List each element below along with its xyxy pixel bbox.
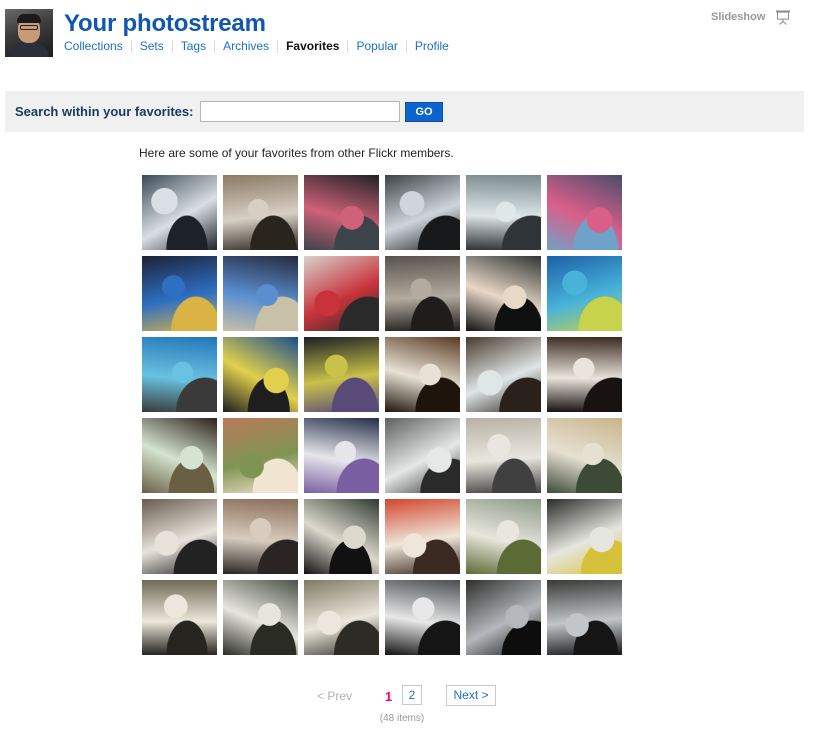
item-count: (48 items)	[379, 713, 425, 724]
favorites-thumbnail-grid	[142, 175, 623, 655]
favorite-photo-thumbnail[interactable]	[547, 175, 622, 250]
favorite-photo-thumbnail[interactable]	[385, 499, 460, 574]
favorite-photo-thumbnail[interactable]	[385, 337, 460, 412]
subnav-collections[interactable]: Collections	[64, 40, 131, 53]
favorite-photo-thumbnail[interactable]	[304, 499, 379, 574]
favorite-photo-thumbnail[interactable]	[142, 175, 217, 250]
favorite-photo-thumbnail[interactable]	[466, 499, 541, 574]
favorite-photo-thumbnail[interactable]	[223, 175, 298, 250]
buddy-icon-avatar[interactable]	[5, 9, 53, 57]
favorite-photo-thumbnail[interactable]	[385, 418, 460, 493]
search-input[interactable]	[200, 101, 400, 122]
favorite-photo-thumbnail[interactable]	[223, 580, 298, 655]
favorite-photo-thumbnail[interactable]	[466, 175, 541, 250]
favorite-photo-thumbnail[interactable]	[547, 337, 622, 412]
slideshow-label: Slideshow	[711, 11, 766, 23]
favorite-photo-thumbnail[interactable]	[466, 337, 541, 412]
next-page-link[interactable]: Next >	[446, 685, 496, 706]
favorite-photo-thumbnail[interactable]	[142, 418, 217, 493]
favorite-photo-thumbnail[interactable]	[304, 337, 379, 412]
subnav-tags[interactable]: Tags	[171, 40, 214, 53]
subnav-sets[interactable]: Sets	[130, 40, 172, 53]
favorite-photo-thumbnail[interactable]	[304, 418, 379, 493]
favorite-photo-thumbnail[interactable]	[142, 256, 217, 331]
prev-page-link: < Prev	[317, 689, 353, 703]
projector-screen-icon	[776, 10, 791, 25]
favorite-photo-thumbnail[interactable]	[142, 499, 217, 574]
page-2-link[interactable]: 2	[402, 685, 422, 705]
search-go-button[interactable]: GO	[405, 102, 443, 122]
favorite-photo-thumbnail[interactable]	[223, 337, 298, 412]
pagination: < Prev 1 2 Next >	[0, 685, 822, 709]
favorite-photo-thumbnail[interactable]	[466, 418, 541, 493]
page-1-current: 1	[385, 689, 393, 704]
slideshow-link[interactable]: Slideshow	[711, 9, 791, 25]
favorites-intro-text: Here are some of your favorites from oth…	[139, 146, 454, 160]
favorite-photo-thumbnail[interactable]	[547, 256, 622, 331]
search-label: Search within your favorites:	[15, 104, 194, 119]
favorite-photo-thumbnail[interactable]	[142, 580, 217, 655]
subnav-favorites[interactable]: Favorites	[277, 40, 347, 53]
favorite-photo-thumbnail[interactable]	[223, 499, 298, 574]
favorites-search-bar: Search within your favorites: GO	[5, 91, 804, 132]
avatar-shirt	[9, 43, 49, 57]
favorite-photo-thumbnail[interactable]	[385, 175, 460, 250]
favorite-photo-thumbnail[interactable]	[223, 256, 298, 331]
favorite-photo-thumbnail[interactable]	[304, 256, 379, 331]
favorite-photo-thumbnail[interactable]	[142, 337, 217, 412]
favorite-photo-thumbnail[interactable]	[385, 256, 460, 331]
subnav-popular[interactable]: Popular	[347, 40, 405, 53]
favorite-photo-thumbnail[interactable]	[304, 175, 379, 250]
favorite-photo-thumbnail[interactable]	[304, 580, 379, 655]
favorite-photo-thumbnail[interactable]	[547, 499, 622, 574]
favorite-photo-thumbnail[interactable]	[547, 418, 622, 493]
photostream-subnav: Collections Sets Tags Archives Favorites…	[64, 40, 457, 53]
favorite-photo-thumbnail[interactable]	[385, 580, 460, 655]
subnav-profile[interactable]: Profile	[405, 40, 457, 53]
favorite-photo-thumbnail[interactable]	[466, 256, 541, 331]
favorite-photo-thumbnail[interactable]	[547, 580, 622, 655]
page-title: Your photostream	[64, 10, 266, 37]
subnav-archives[interactable]: Archives	[214, 40, 277, 53]
favorite-photo-thumbnail[interactable]	[466, 580, 541, 655]
favorite-photo-thumbnail[interactable]	[223, 418, 298, 493]
avatar-glasses	[20, 25, 38, 30]
avatar-hair	[17, 14, 41, 23]
